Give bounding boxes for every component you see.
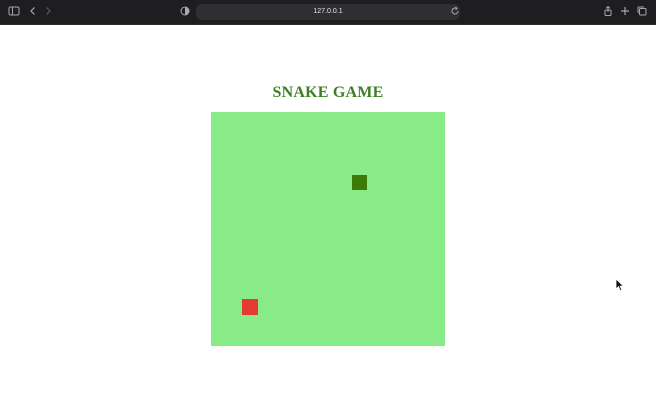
mouse-cursor-icon [615,278,625,292]
page-content: SNAKE GAME [0,25,656,410]
reload-icon[interactable] [449,5,463,19]
sidebar-icon[interactable] [8,5,22,19]
new-tab-icon[interactable] [619,5,633,19]
back-icon[interactable] [27,5,41,19]
share-icon[interactable] [602,5,616,19]
privacy-shield-icon[interactable] [179,5,193,19]
game-title: SNAKE GAME [272,84,384,101]
address-bar[interactable]: 127.0.0.1 [196,4,460,20]
food-item [242,299,258,315]
browser-toolbar: 127.0.0.1 [0,0,656,25]
snake-segment [351,174,367,190]
tabs-overview-icon[interactable] [636,5,650,19]
url-text: 127.0.0.1 [313,8,343,15]
game-board[interactable] [211,112,445,346]
forward-icon[interactable] [42,5,56,19]
